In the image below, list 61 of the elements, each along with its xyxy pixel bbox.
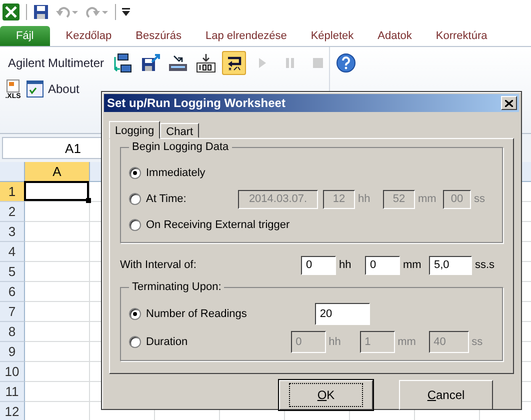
row-header[interactable]: 10 bbox=[0, 362, 25, 382]
window-check-icon[interactable] bbox=[26, 80, 44, 98]
dialog-title: Set up/Run Logging Worksheet bbox=[107, 96, 286, 110]
ribbon-tab[interactable]: Korrektúra bbox=[424, 30, 500, 46]
radio-button[interactable] bbox=[129, 219, 141, 231]
row-header[interactable]: 3 bbox=[0, 222, 25, 242]
option-label[interactable]: Immediately bbox=[146, 167, 206, 179]
option-label[interactable]: Duration bbox=[146, 336, 188, 348]
row-header[interactable]: 5 bbox=[0, 262, 25, 282]
group-title: Begin Logging Data bbox=[129, 141, 232, 153]
text-field[interactable]: 20 bbox=[314, 303, 370, 325]
unit-label: hh bbox=[338, 259, 352, 271]
dialog-tab[interactable]: Logging bbox=[109, 121, 160, 139]
ribbon-tab[interactable]: Kezdőlap bbox=[54, 30, 124, 46]
dialog-button[interactable]: Cancel bbox=[399, 380, 493, 410]
row-header[interactable]: 8 bbox=[0, 322, 25, 342]
option-label[interactable]: On Receiving External trigger bbox=[146, 219, 290, 231]
help-icon[interactable] bbox=[334, 51, 358, 75]
ribbon-tab[interactable]: Képletek bbox=[298, 30, 366, 46]
ribbon-tab[interactable]: Adatok bbox=[366, 30, 424, 46]
row-header[interactable]: 1 bbox=[0, 182, 25, 202]
option-label[interactable]: Number of Readings bbox=[146, 308, 247, 320]
selected-cell[interactable] bbox=[24, 181, 89, 201]
row-header[interactable]: 12 bbox=[0, 402, 25, 420]
row-header[interactable]: 9 bbox=[0, 342, 25, 362]
option-label[interactable]: At Time: bbox=[146, 193, 186, 205]
row-header[interactable]: 6 bbox=[0, 282, 25, 302]
unit-label: ss bbox=[470, 336, 484, 348]
group-title: Terminating Upon: bbox=[129, 281, 224, 293]
unit-label: mm bbox=[396, 336, 417, 348]
default-button[interactable]: OK bbox=[279, 380, 373, 410]
radio-button[interactable] bbox=[129, 336, 141, 348]
row-header[interactable]: 11 bbox=[0, 382, 25, 402]
close-icon[interactable] bbox=[505, 100, 513, 106]
text-field[interactable]: 0 bbox=[301, 256, 336, 274]
text-field[interactable]: 5,0 bbox=[429, 256, 472, 274]
reading-download-icon[interactable] bbox=[194, 51, 218, 75]
interval-label: With Interval of: bbox=[120, 259, 196, 271]
file-tab[interactable]: Fájl bbox=[0, 26, 50, 46]
radio-button[interactable] bbox=[129, 193, 141, 205]
spreadsheet-logo-icon[interactable] bbox=[2, 3, 20, 21]
unit-label: mm bbox=[402, 259, 422, 271]
about-label[interactable]: About bbox=[48, 82, 80, 96]
column-header[interactable]: A bbox=[25, 162, 90, 182]
radio-button[interactable] bbox=[129, 308, 141, 320]
ribbon-tab[interactable]: Beszúrás bbox=[124, 30, 194, 46]
customize-caret-icon[interactable] bbox=[122, 8, 130, 16]
unit-label: mm bbox=[417, 193, 438, 205]
unit-label: hh bbox=[357, 193, 372, 205]
radio-button[interactable] bbox=[129, 167, 141, 179]
unit-label: ss.s bbox=[474, 259, 496, 271]
addin-label[interactable]: Agilent Multimeter bbox=[8, 56, 104, 70]
text-field[interactable]: 0 bbox=[365, 256, 400, 274]
row-header[interactable]: 2 bbox=[0, 202, 25, 222]
ribbon-tab[interactable]: Lap elrendezése bbox=[193, 30, 299, 46]
close-button[interactable] bbox=[501, 96, 517, 110]
row-header[interactable]: 4 bbox=[0, 242, 25, 262]
unit-label: hh bbox=[328, 336, 342, 348]
dialog-tab[interactable]: Chart bbox=[160, 123, 200, 138]
unit-label: ss bbox=[473, 193, 486, 205]
row-header[interactable]: 7 bbox=[0, 302, 25, 322]
